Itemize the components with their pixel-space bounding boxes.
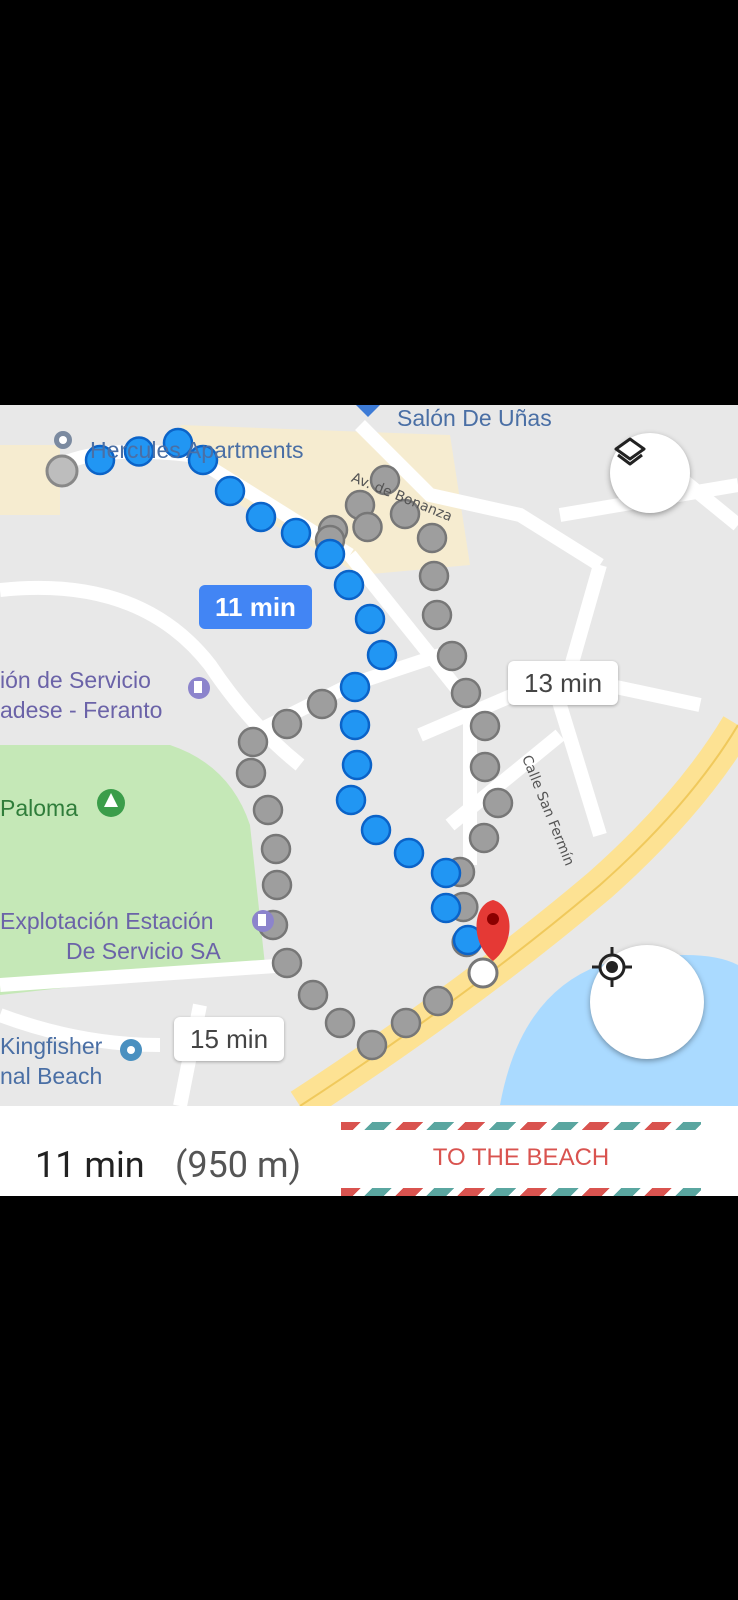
route-dot <box>468 822 500 854</box>
route-duration: 11 min <box>35 1144 145 1186</box>
gas-station-icon <box>188 677 210 699</box>
layers-button[interactable] <box>610 433 690 513</box>
route-dot <box>335 784 367 816</box>
route-dot <box>252 794 284 826</box>
route-dot <box>422 985 454 1017</box>
route-dot <box>469 710 501 742</box>
route-dot <box>390 1007 422 1039</box>
route-dot <box>482 787 514 819</box>
route-dot <box>352 511 383 543</box>
layers-icon <box>614 437 646 466</box>
route-dot <box>421 599 453 631</box>
to-the-beach-label: TO THE BEACH <box>432 1144 610 1171</box>
route-dot <box>354 603 386 635</box>
route-dot <box>271 708 303 740</box>
tree-icon <box>97 789 125 817</box>
store-pin-icon <box>356 405 380 417</box>
route-time-alt-1[interactable]: 13 min <box>508 661 619 705</box>
route-dot <box>306 688 338 720</box>
route-dot <box>214 475 246 507</box>
route-dot <box>261 869 293 901</box>
route-dot <box>237 726 269 758</box>
route-dot <box>366 639 398 671</box>
route-time-alt-2[interactable]: 15 min <box>174 1017 285 1061</box>
route-dot <box>360 814 392 846</box>
park-label-paloma[interactable]: Paloma <box>0 795 78 822</box>
poi-label-explotacion-1[interactable]: Explotación Estación <box>0 908 214 935</box>
route-dot <box>260 833 292 865</box>
airmail-stripe-bottom <box>341 1188 701 1196</box>
gas-station-icon <box>252 910 274 932</box>
route-dot <box>450 677 482 709</box>
route-dot <box>436 640 468 672</box>
place-pin-icon <box>120 1039 142 1061</box>
my-location-button[interactable] <box>590 945 704 1059</box>
place-label-kingfisher-2[interactable]: nal Beach <box>0 1063 102 1090</box>
airmail-stripe-top <box>341 1122 701 1130</box>
my-location-icon <box>592 947 632 987</box>
route-dot <box>280 517 312 549</box>
route-summary-bar: 11 min (950 m) TO THE BEACH <box>0 1106 738 1196</box>
route-dot <box>235 757 267 789</box>
origin-marker <box>45 454 79 488</box>
place-label-kingfisher-1[interactable]: Kingfisher <box>0 1033 102 1060</box>
route-distance: (950 m) <box>175 1144 302 1186</box>
place-label-salon[interactable]: Salón De Uñas <box>397 405 552 432</box>
poi-label-estacion-1[interactable]: ión de Servicio <box>0 667 151 694</box>
route-dot <box>341 749 373 781</box>
route-time-selected[interactable]: 11 min <box>199 585 312 629</box>
route-dot <box>418 560 450 592</box>
map-view[interactable]: Salón De Uñas Hercules Apartments Av. de… <box>0 405 738 1106</box>
route-dot <box>333 569 365 601</box>
route-dot <box>393 837 425 869</box>
place-pin-icon <box>54 431 72 449</box>
route-dot <box>297 979 329 1011</box>
route-dot <box>314 538 346 570</box>
route-dot <box>324 1007 356 1039</box>
route-dot <box>339 671 371 703</box>
place-label-hercules[interactable]: Hercules Apartments <box>90 437 303 464</box>
route-dot <box>430 857 462 889</box>
route-dot <box>271 947 303 979</box>
route-dot <box>469 751 501 783</box>
poi-label-explotacion-2[interactable]: De Servicio SA <box>66 938 221 965</box>
route-dot <box>339 709 371 741</box>
route-dot <box>416 522 448 554</box>
route-dot <box>356 1029 388 1061</box>
route-dot <box>245 501 277 533</box>
poi-label-estacion-2[interactable]: adese - Feranto <box>0 697 162 724</box>
to-the-beach-button[interactable]: TO THE BEACH <box>341 1122 701 1196</box>
route-dot <box>430 892 462 924</box>
